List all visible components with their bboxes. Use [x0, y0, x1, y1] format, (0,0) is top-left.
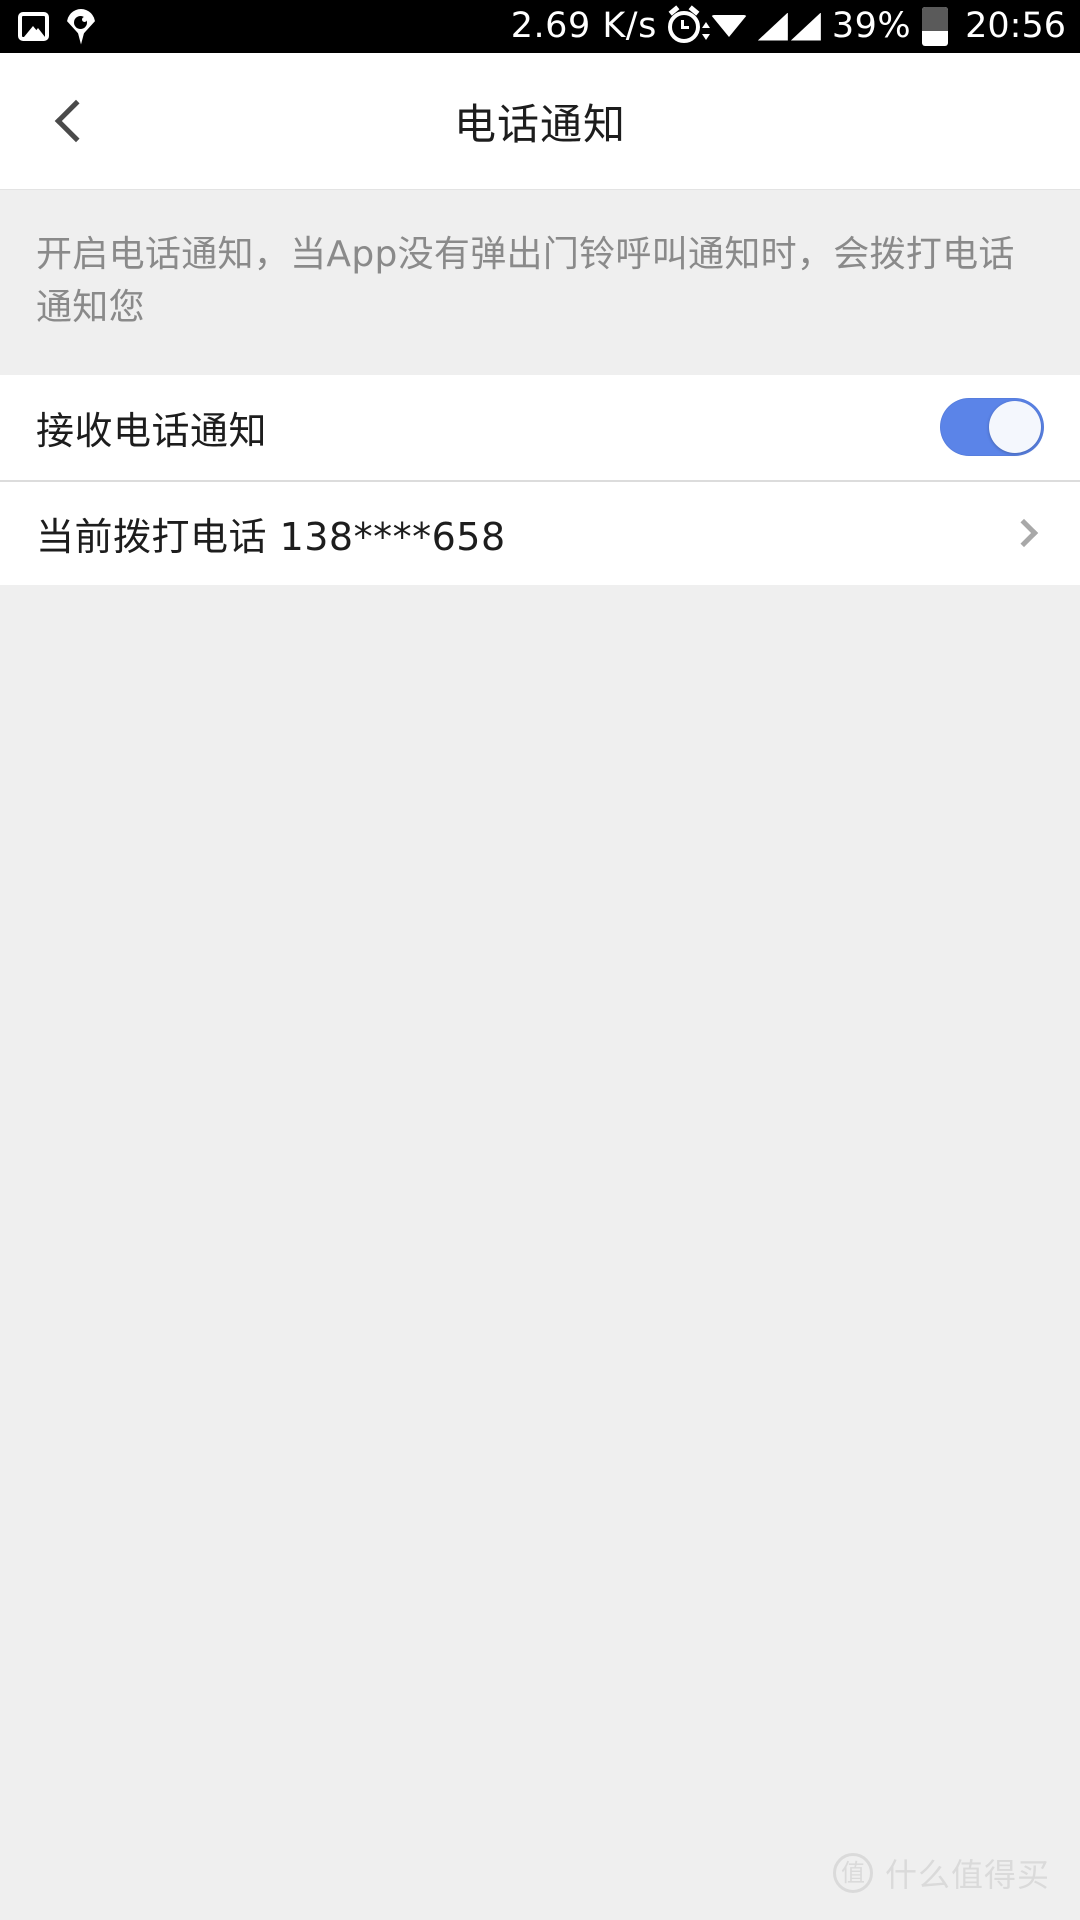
page-title: 电话通知	[453, 99, 626, 149]
watermark-logo-icon: 值	[832, 1853, 873, 1893]
network-speed-text: 2.69 K/s	[510, 6, 657, 46]
battery-percent-text: 39%	[831, 6, 912, 46]
toggle-knob	[989, 401, 1041, 454]
description-text: 开启电话通知，当App没有弹出门铃呼叫通知时，会拨打电话通知您	[0, 190, 1080, 375]
settings-card: 接收电话通知 当前拨打电话 138****658	[0, 374, 1080, 585]
chevron-left-icon	[54, 99, 98, 143]
row-label: 接收电话通知	[36, 408, 268, 453]
signal-bars-icon	[790, 12, 821, 41]
watermark: 值 什么值得买	[832, 1850, 1050, 1896]
location-pin-icon	[67, 9, 95, 45]
image-icon	[18, 12, 49, 41]
phone-screen: 2.69 K/s 39% 20:56 电话通知 开启电话通知，当App没有弹出门…	[0, 0, 1080, 1920]
receive-phone-notification-toggle[interactable]	[940, 398, 1044, 457]
status-bar: 2.69 K/s 39% 20:56	[0, 0, 1080, 53]
row-label: 当前拨打电话 138****658	[36, 514, 506, 559]
alarm-clock-icon	[667, 4, 700, 43]
row-current-dial-phone[interactable]: 当前拨打电话 138****658	[0, 479, 1080, 585]
row-receive-phone-notification[interactable]: 接收电话通知	[0, 375, 1080, 480]
navigation-bar: 电话通知	[0, 53, 1080, 190]
status-bar-left-icons	[18, 9, 95, 45]
watermark-text: 什么值得买	[884, 1856, 1050, 1894]
signal-bars-icon	[757, 12, 788, 41]
back-button[interactable]	[32, 81, 112, 161]
wifi-icon	[701, 13, 747, 41]
signal-bars-group	[757, 12, 821, 41]
clock-text: 20:56	[965, 6, 1066, 46]
row-accessory	[940, 398, 1044, 457]
row-accessory	[1009, 518, 1044, 548]
status-bar-right-icons: 2.69 K/s 39% 20:56	[510, 4, 1066, 46]
battery-icon	[922, 7, 949, 46]
chevron-right-icon	[1009, 518, 1039, 548]
